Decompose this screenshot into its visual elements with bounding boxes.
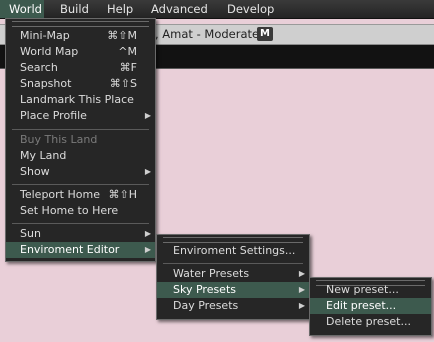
menu-item-my-land[interactable]: My Land <box>6 148 155 164</box>
menu-separator <box>163 263 303 264</box>
menu-item-new-preset[interactable]: New preset... <box>310 282 431 298</box>
shortcut-label: ⌘⇧H <box>108 188 138 201</box>
menu-item-label: Snapshot <box>20 77 72 90</box>
menu-item-label: Water Presets <box>173 267 250 280</box>
menu-item-set-home-to-here[interactable]: Set Home to Here <box>6 203 155 219</box>
submenu-arrow-icon: ▶ <box>298 285 305 294</box>
menu-item-label: Buy This Land <box>20 133 98 146</box>
menu-help[interactable]: Help <box>107 0 133 18</box>
menu-item-snapshot[interactable]: Snapshot ⌘⇧S <box>6 76 155 92</box>
submenu-arrow-icon: ▶ <box>144 167 151 176</box>
menu-item-label: New preset... <box>326 283 399 296</box>
menu-item-water-presets[interactable]: Water Presets ▶ <box>157 266 309 282</box>
menu-item-delete-preset[interactable]: Delete preset... <box>310 314 431 330</box>
shortcut-label: ⌘F <box>119 61 137 74</box>
submenu-arrow-icon: ▶ <box>144 229 151 238</box>
menu-item-enviroment-editor[interactable]: Enviroment Editor ▶ <box>6 242 155 258</box>
menu-develop[interactable]: Develop <box>227 0 274 18</box>
shortcut-label: ⌘⇧M <box>107 29 137 42</box>
menu-item-sky-presets[interactable]: Sky Presets ▶ <box>157 282 309 298</box>
menu-item-world-map[interactable]: World Map ^M <box>6 44 155 60</box>
menu-item-sun[interactable]: Sun ▶ <box>6 226 155 242</box>
menu-item-teleport-home[interactable]: Teleport Home ⌘⇧H <box>6 187 155 203</box>
menu-item-place-profile[interactable]: Place Profile ▶ <box>6 108 155 124</box>
sky-presets-submenu: New preset... Edit preset... Delete pres… <box>309 277 432 336</box>
world-menu: Mini-Map ⌘⇧M World Map ^M Search ⌘F Snap… <box>5 18 156 262</box>
menu-item-enviroment-settings[interactable]: Enviroment Settings... <box>157 243 309 259</box>
menu-bar: World Build Help Advanced Develop <box>0 0 434 19</box>
menu-separator <box>12 184 149 185</box>
submenu-arrow-icon: ▶ <box>144 245 151 254</box>
menu-item-label: Enviroment Editor <box>20 243 120 256</box>
menu-item-label: Set Home to Here <box>20 204 119 217</box>
maturity-badge: M <box>257 27 273 41</box>
menu-item-label: Show <box>20 165 50 178</box>
enviroment-editor-submenu: Enviroment Settings... Water Presets ▶ S… <box>156 234 310 320</box>
menu-world[interactable]: World <box>0 0 44 18</box>
submenu-arrow-icon: ▶ <box>298 301 305 310</box>
menu-item-label: World Map <box>20 45 79 58</box>
menu-item-label: Edit preset... <box>326 299 397 312</box>
menu-item-landmark-this-place[interactable]: Landmark This Place <box>6 92 155 108</box>
menu-advanced[interactable]: Advanced <box>151 0 208 18</box>
menu-item-edit-preset[interactable]: Edit preset... <box>310 298 431 314</box>
menu-item-label: Day Presets <box>173 299 239 312</box>
menu-item-label: Sun <box>20 227 41 240</box>
location-text: , Amat - Moderate <box>155 27 260 41</box>
menu-item-mini-map[interactable]: Mini-Map ⌘⇧M <box>6 28 155 44</box>
shortcut-label: ^M <box>118 45 137 58</box>
menu-item-label: Teleport Home <box>20 188 100 201</box>
submenu-arrow-icon: ▶ <box>298 269 305 278</box>
menu-separator <box>12 223 149 224</box>
menu-item-label: Mini-Map <box>20 29 70 42</box>
tear-off-bar[interactable] <box>12 21 149 27</box>
menu-separator <box>12 129 149 130</box>
menu-item-label: Delete preset... <box>326 315 411 328</box>
menu-build[interactable]: Build <box>60 0 89 18</box>
menu-item-label: Search <box>20 61 58 74</box>
submenu-arrow-icon: ▶ <box>144 111 151 120</box>
shortcut-label: ⌘⇧S <box>109 77 137 90</box>
menu-item-label: Enviroment Settings... <box>173 244 296 257</box>
menu-item-label: Landmark This Place <box>20 93 134 106</box>
menu-item-label: Place Profile <box>20 109 87 122</box>
menu-item-label: Sky Presets <box>173 283 236 296</box>
menu-item-buy-this-land: Buy This Land <box>6 132 155 148</box>
menu-item-search[interactable]: Search ⌘F <box>6 60 155 76</box>
menu-item-label: My Land <box>20 149 67 162</box>
menu-item-show[interactable]: Show ▶ <box>6 164 155 180</box>
menu-item-day-presets[interactable]: Day Presets ▶ <box>157 298 309 314</box>
